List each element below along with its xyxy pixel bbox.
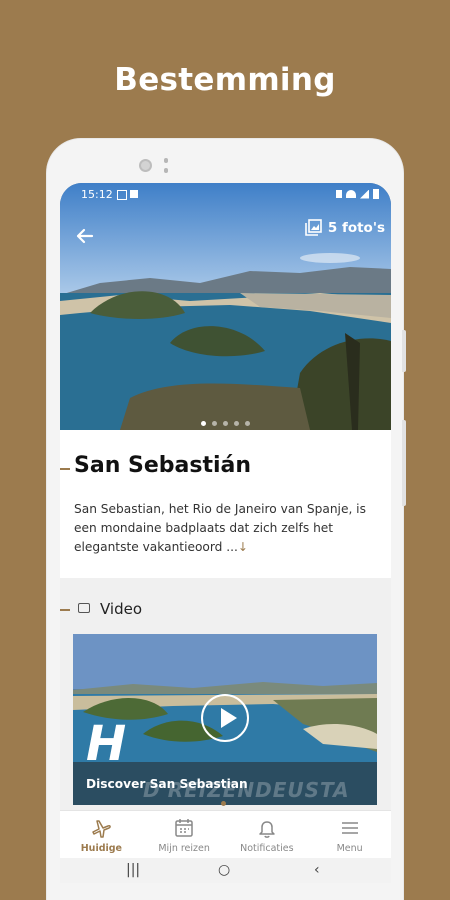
- menu-icon: [341, 822, 358, 834]
- video-caption: Discover San Sebastian: [86, 777, 248, 791]
- nav-item-notificaties[interactable]: Notificaties: [226, 811, 309, 859]
- back-button[interactable]: ‹: [314, 862, 320, 878]
- channel-logo: H: [86, 716, 127, 772]
- carousel-dot[interactable]: [223, 421, 228, 426]
- play-icon[interactable]: [201, 694, 249, 742]
- video-title: Video: [100, 600, 143, 618]
- photos-count: 5 foto's: [327, 219, 385, 236]
- hero-carousel[interactable]: 15:12 5 foto's: [60, 183, 391, 430]
- nav-label: Menu: [336, 843, 363, 854]
- wifi-icon: [346, 190, 356, 198]
- nav-label: Mijn reizen: [158, 843, 210, 854]
- accent-line: [60, 468, 70, 470]
- carousel-dot[interactable]: [212, 421, 217, 426]
- app-notification-icon: [130, 190, 138, 198]
- expand-arrow-icon[interactable]: ↓: [238, 540, 248, 554]
- home-button[interactable]: ○: [218, 862, 230, 878]
- nav-label: Huidige: [80, 843, 123, 854]
- camera-icon: [139, 159, 152, 172]
- destination-title: San Sebastián: [74, 453, 252, 478]
- carousel-dot[interactable]: [234, 421, 239, 426]
- video-heading: Video: [60, 600, 391, 620]
- video-thumbnail[interactable]: H D'REIZENDEUSTA Discover San Sebastian: [73, 634, 377, 805]
- status-bar: 15:12: [60, 183, 391, 207]
- carousel-dots[interactable]: [60, 421, 391, 426]
- image-notification-icon: [117, 190, 127, 200]
- screen-title: Bestemming: [114, 62, 336, 98]
- destination-description[interactable]: San Sebastian, het Rio de Janeiro van Sp…: [74, 500, 379, 557]
- status-time: 15:12: [81, 188, 113, 201]
- destination-header: San Sebastián: [60, 453, 391, 485]
- photos-button[interactable]: 5 foto's: [305, 219, 385, 236]
- plane-icon: [92, 820, 112, 838]
- app-screen: 15:12 5 foto's San Sebastián San Sebasti…: [60, 183, 391, 883]
- sensor-icon: [164, 158, 168, 173]
- bottom-navigation: Huidige Mijn reizen Notificaties Menu: [60, 810, 391, 859]
- mute-icon: [336, 190, 342, 198]
- nav-label: Notificaties: [240, 843, 294, 854]
- calendar-icon: [175, 819, 193, 837]
- signal-icon: [360, 189, 369, 199]
- power-button: [402, 420, 406, 506]
- description-text: San Sebastian, het Rio de Janeiro van Sp…: [74, 502, 366, 554]
- video-page-dot: [221, 801, 226, 806]
- back-arrow-icon[interactable]: [74, 225, 98, 249]
- video-icon: [78, 603, 90, 613]
- accent-line: [60, 609, 70, 611]
- video-section: Video H D'REIZENDEUSTA Discover San Seba…: [60, 578, 391, 810]
- bell-icon: [259, 821, 275, 838]
- carousel-dot[interactable]: [245, 421, 250, 426]
- gallery-icon: [305, 219, 322, 236]
- nav-item-menu[interactable]: Menu: [308, 811, 391, 859]
- carousel-dot[interactable]: [201, 421, 206, 426]
- battery-icon: [373, 189, 379, 199]
- nav-item-huidige[interactable]: Huidige: [60, 811, 143, 859]
- recents-button[interactable]: |||: [126, 862, 140, 878]
- volume-button: [402, 330, 406, 372]
- system-navigation: ||| ○ ‹: [60, 858, 391, 883]
- nav-item-mijn-reizen[interactable]: Mijn reizen: [143, 811, 226, 859]
